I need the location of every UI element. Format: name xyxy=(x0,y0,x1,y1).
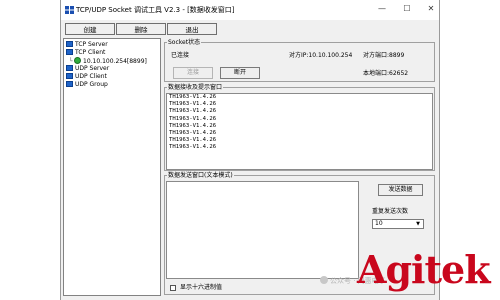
app-icon xyxy=(65,6,74,14)
received-line: TH1963-V1.4.26 xyxy=(169,130,217,137)
received-line: TH1963-V1.4.26 xyxy=(169,101,217,108)
repeat-count-label: 重复发送次数 xyxy=(372,208,409,215)
computer-icon xyxy=(66,73,73,79)
tree-item-label: 10.10.100.254[8899] xyxy=(83,58,147,65)
maximize-button[interactable]: ☐ xyxy=(400,3,414,15)
send-textarea[interactable] xyxy=(166,181,359,279)
tree-item-udp-client[interactable]: UDP Client xyxy=(66,73,107,81)
repeat-count-select[interactable]: 10 ▼ xyxy=(372,219,424,229)
close-button[interactable]: ✕ xyxy=(424,3,438,15)
wechat-icon xyxy=(320,276,328,284)
disconnect-button[interactable]: 断开 xyxy=(220,67,260,79)
received-line: TH1963-V1.4.26 xyxy=(169,137,217,144)
hex-display-label: 显示十六进制值 xyxy=(180,284,223,291)
delete-button[interactable]: 删除 xyxy=(116,23,166,35)
connection-tree: TCP Server TCP Client └ 10.10.100.254[889… xyxy=(63,38,161,296)
receive-title: 数据接收及提示窗口 xyxy=(167,84,224,92)
hex-display-checkbox[interactable] xyxy=(170,285,176,291)
chevron-down-icon: ▼ xyxy=(416,221,420,227)
exit-button[interactable]: 退出 xyxy=(167,23,217,35)
tree-item-tcp-client[interactable]: TCP Client xyxy=(66,49,105,57)
received-line: TH1963-V1.4.26 xyxy=(169,144,217,151)
create-button[interactable]: 创建 xyxy=(65,23,115,35)
toolbar: 创建 删除 退出 xyxy=(61,20,439,38)
received-line: TH1963-V1.4.26 xyxy=(169,108,217,115)
agitek-logo: Agitek xyxy=(357,247,491,292)
repeat-count-value: 10 xyxy=(375,220,383,227)
globe-icon xyxy=(74,57,81,64)
tree-item-label: UDP Group xyxy=(75,81,108,88)
send-title: 数据发送窗口(文本模式) xyxy=(167,172,234,180)
receive-textarea[interactable]: TH1963-V1.4.26 TH1963-V1.4.26 TH1963-V1.… xyxy=(166,93,433,170)
tree-item-label: UDP Client xyxy=(75,73,107,80)
received-line: TH1963-V1.4.26 xyxy=(169,115,217,122)
tree-item-udp-group[interactable]: UDP Group xyxy=(66,81,108,89)
connect-button[interactable]: 连接 xyxy=(173,67,213,79)
received-line: TH1963-V1.4.26 xyxy=(169,94,217,100)
peer-ip: 对方IP:10.10.100.254 xyxy=(289,52,353,59)
connection-status: 已连接 xyxy=(171,52,190,59)
received-line: TH1963-V1.4.26 xyxy=(169,122,217,129)
peer-port: 对方端口:8899 xyxy=(363,52,405,59)
receive-group: 数据接收及提示窗口 TH1963-V1.4.26 TH1963-V1.4.26 … xyxy=(164,84,435,171)
title-bar: TCP/UDP Socket 调试工具 V2.3 - [数据收发窗口] — ☐ … xyxy=(61,0,439,20)
tree-item-label: TCP Server xyxy=(75,41,108,48)
minimize-button[interactable]: — xyxy=(375,3,389,15)
socket-status-title: Socket状态 xyxy=(167,39,202,47)
socket-status-group: Socket状态 已连接 对方IP:10.10.100.254 对方端口:889… xyxy=(164,39,435,82)
computer-icon xyxy=(66,41,73,47)
local-port: 本地端口:62652 xyxy=(363,70,409,77)
computer-icon xyxy=(66,49,73,55)
window-title: TCP/UDP Socket 调试工具 V2.3 - [数据收发窗口] xyxy=(76,6,235,14)
tree-item-tcp-server[interactable]: TCP Server xyxy=(66,41,108,49)
tree-item-label: TCP Client xyxy=(75,49,106,56)
tree-item-label: UDP Server xyxy=(75,65,110,72)
send-data-button[interactable]: 发送数据 xyxy=(378,184,423,196)
computer-icon xyxy=(66,65,73,71)
tree-item-udp-server[interactable]: UDP Server xyxy=(66,65,109,73)
computer-icon xyxy=(66,81,73,87)
